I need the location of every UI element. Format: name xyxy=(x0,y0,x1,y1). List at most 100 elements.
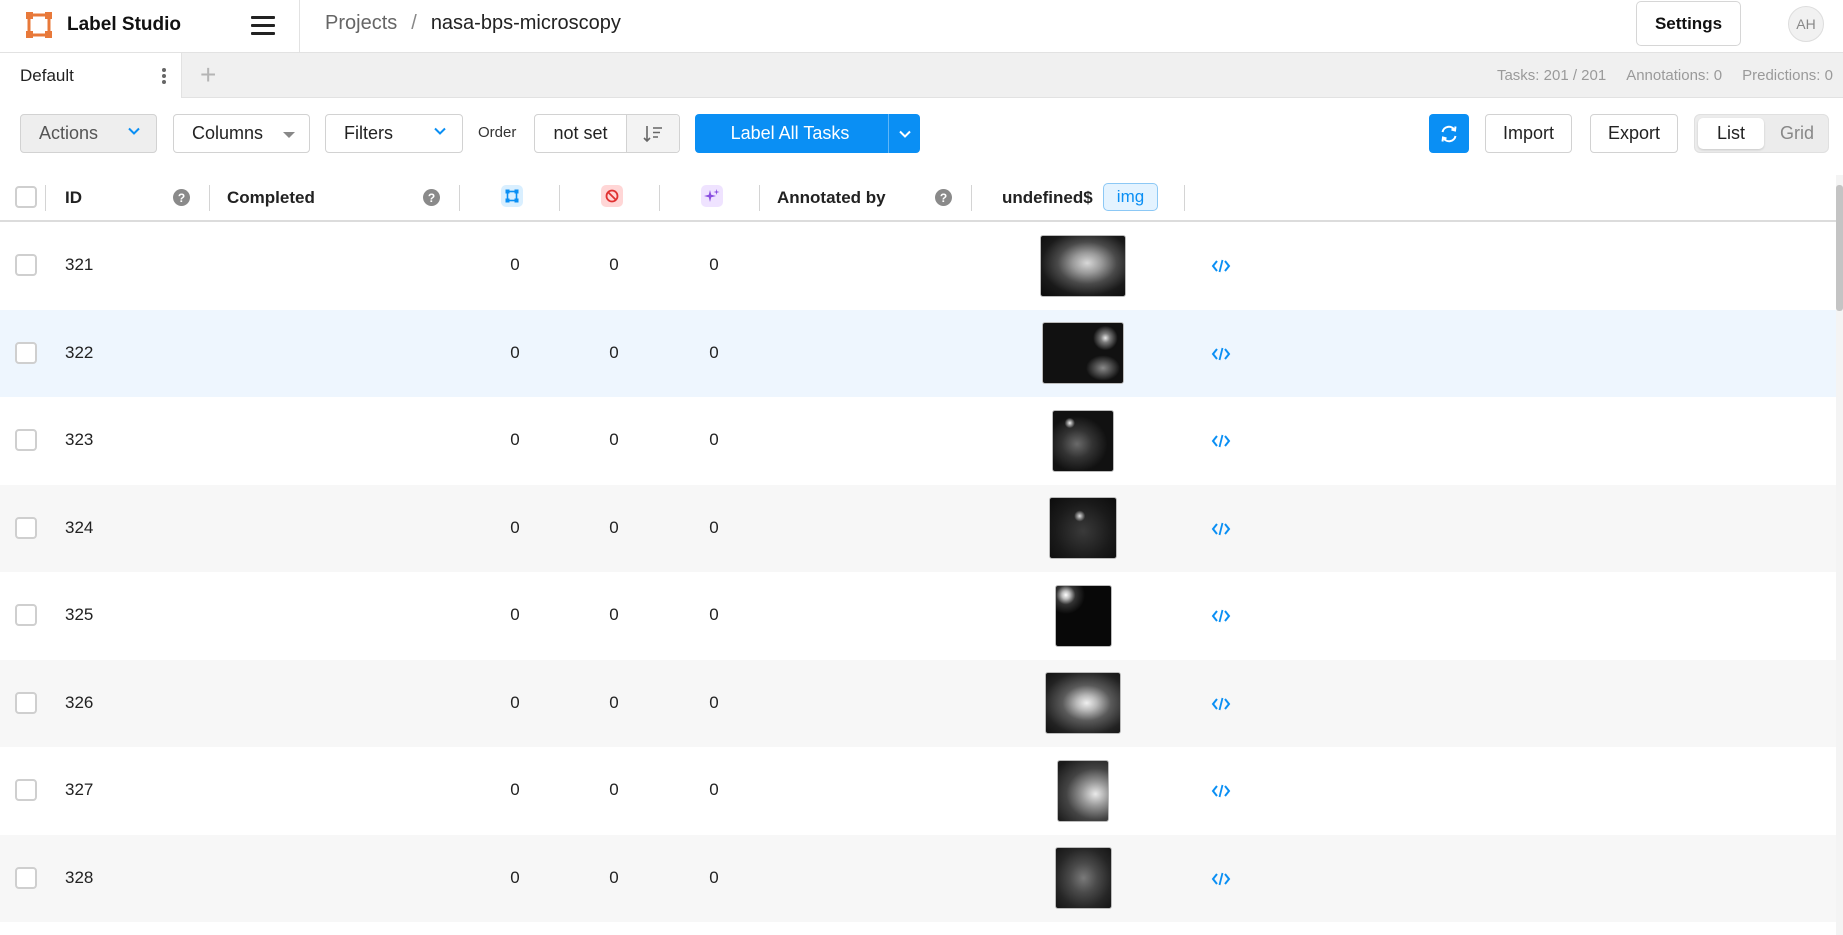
vertical-scrollbar-thumb[interactable] xyxy=(1836,185,1843,311)
table-row[interactable]: 325 0 0 0 xyxy=(0,572,1838,659)
toolbar: Actions Columns Filters Order not set La… xyxy=(0,98,1843,175)
columns-button[interactable]: Columns xyxy=(173,114,310,153)
view-source-icon[interactable] xyxy=(1211,521,1231,537)
export-button[interactable]: Export xyxy=(1590,114,1678,153)
row-checkbox[interactable] xyxy=(15,866,37,889)
label-all-tasks-button[interactable]: Label All Tasks xyxy=(695,114,920,153)
view-source-icon[interactable] xyxy=(1211,783,1231,799)
help-icon[interactable]: ? xyxy=(173,189,190,206)
view-mode-toggle: List Grid xyxy=(1694,114,1829,153)
image-thumbnail[interactable] xyxy=(1045,672,1121,734)
view-source-icon[interactable] xyxy=(1211,608,1231,624)
image-thumbnail[interactable] xyxy=(1054,584,1112,647)
breadcrumb-current-project: nasa-bps-microscopy xyxy=(430,12,621,34)
column-divider xyxy=(459,185,460,211)
total-annotations-count: 0 xyxy=(510,255,520,274)
actions-button[interactable]: Actions xyxy=(20,114,157,153)
image-thumbnail[interactable] xyxy=(1049,497,1117,559)
view-source-icon[interactable] xyxy=(1211,346,1231,362)
predictions-count-cell: 0 xyxy=(709,255,719,274)
order-selector: not set xyxy=(534,114,680,153)
row-id: 325 xyxy=(65,605,94,624)
cancelled-annotations-icon[interactable] xyxy=(601,185,623,207)
table-row[interactable]: 324 0 0 0 xyxy=(0,484,1838,572)
column-divider xyxy=(1184,185,1185,211)
table-row[interactable]: 328 0 0 0 xyxy=(0,834,1838,922)
image-thumbnail[interactable] xyxy=(1054,847,1112,909)
column-header-annotated-by[interactable]: Annotated by xyxy=(777,175,886,220)
label-studio-logo-icon[interactable] xyxy=(25,11,53,39)
column-divider xyxy=(209,185,210,211)
refresh-button[interactable] xyxy=(1429,114,1469,153)
help-icon[interactable]: ? xyxy=(935,189,952,206)
total-annotations-count: 0 xyxy=(510,517,520,537)
row-checkbox[interactable] xyxy=(15,341,37,364)
view-source-icon[interactable] xyxy=(1211,258,1231,274)
row-id: 327 xyxy=(65,780,94,799)
filters-button[interactable]: Filters xyxy=(325,114,463,153)
view-source-icon[interactable] xyxy=(1211,871,1231,887)
column-header-id[interactable]: ID xyxy=(65,175,82,220)
column-divider xyxy=(759,185,760,211)
app-name: Label Studio xyxy=(67,14,181,35)
total-annotations-count: 0 xyxy=(510,692,520,712)
tab-default[interactable]: Default xyxy=(0,53,182,98)
order-field-select[interactable]: not set xyxy=(535,115,627,152)
cancelled-annotations-count: 0 xyxy=(609,605,619,624)
predictions-count: Predictions: 0 xyxy=(1742,67,1833,84)
row-id: 326 xyxy=(65,692,94,712)
refresh-icon xyxy=(1441,125,1457,142)
total-annotations-icon[interactable] xyxy=(501,185,523,207)
help-icon[interactable]: ? xyxy=(423,189,440,206)
sort-direction-button[interactable] xyxy=(627,115,679,152)
row-id: 324 xyxy=(65,517,94,537)
image-thumbnail[interactable] xyxy=(1042,322,1124,384)
row-checkbox[interactable] xyxy=(15,516,37,539)
predictions-count-cell: 0 xyxy=(709,342,719,362)
chevron-down-icon xyxy=(898,130,911,138)
column-header-completed[interactable]: Completed xyxy=(227,175,315,220)
image-thumbnail[interactable] xyxy=(1052,409,1114,472)
row-checkbox[interactable] xyxy=(15,779,37,801)
filters-label: Filters xyxy=(344,123,393,143)
table-row[interactable]: 322 0 0 0 xyxy=(0,309,1838,397)
avatar[interactable]: AH xyxy=(1788,6,1824,42)
view-source-icon[interactable] xyxy=(1211,433,1231,449)
image-thumbnail[interactable] xyxy=(1040,234,1126,297)
cancelled-annotations-count: 0 xyxy=(609,517,619,537)
tab-options-icon[interactable] xyxy=(157,67,171,85)
row-id: 323 xyxy=(65,430,94,449)
table-row[interactable]: 327 0 0 0 xyxy=(0,747,1838,834)
table-row[interactable]: 326 0 0 0 xyxy=(0,659,1838,747)
predictions-count-cell: 0 xyxy=(709,517,719,537)
row-checkbox[interactable] xyxy=(15,691,37,714)
cancelled-annotations-count: 0 xyxy=(609,780,619,799)
view-source-icon[interactable] xyxy=(1211,696,1231,712)
columns-label: Columns xyxy=(192,123,264,143)
settings-button[interactable]: Settings xyxy=(1636,1,1741,46)
row-checkbox[interactable] xyxy=(15,604,37,626)
cancelled-annotations-count: 0 xyxy=(609,255,619,274)
menu-icon[interactable] xyxy=(251,13,277,37)
column-header-data[interactable]: undefined$ xyxy=(1002,175,1093,220)
tasks-count: Tasks: 201 / 201 xyxy=(1496,67,1607,84)
select-all-checkbox[interactable] xyxy=(15,186,37,208)
import-button[interactable]: Import xyxy=(1485,114,1572,153)
predictions-icon[interactable] xyxy=(701,185,723,207)
table-row[interactable]: 321 0 0 0 xyxy=(0,222,1838,309)
cancelled-annotations-count: 0 xyxy=(609,342,619,362)
predictions-count-cell: 0 xyxy=(709,867,719,887)
row-checkbox[interactable] xyxy=(15,254,37,276)
column-divider xyxy=(659,185,660,211)
grid-view-button[interactable]: Grid xyxy=(1767,118,1827,149)
list-view-button[interactable]: List xyxy=(1698,118,1764,149)
table-row[interactable]: 323 0 0 0 xyxy=(0,397,1838,484)
label-all-dropdown-toggle[interactable] xyxy=(888,114,920,153)
image-thumbnail[interactable] xyxy=(1057,759,1109,822)
breadcrumb-projects-link[interactable]: Projects xyxy=(325,12,397,34)
data-type-chip: img xyxy=(1103,183,1158,211)
row-checkbox[interactable] xyxy=(15,429,37,451)
add-tab-button[interactable]: + xyxy=(200,59,216,91)
project-stats: Tasks: 201 / 201 Annotations: 0 Prediction… xyxy=(1477,67,1833,84)
top-header: Label Studio Projects / nasa-bps-microscop… xyxy=(0,0,1843,53)
